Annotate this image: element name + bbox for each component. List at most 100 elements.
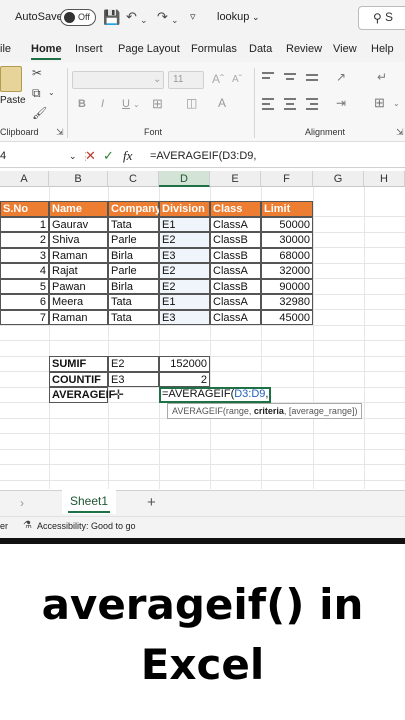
table-cell[interactable]: E1 (159, 294, 210, 310)
alignment-launcher-icon[interactable]: ⇲ (396, 127, 404, 138)
enter-icon[interactable]: ✓ (103, 148, 114, 164)
indent-icon[interactable]: ⇥ (336, 96, 346, 110)
undo-dropdown-icon[interactable]: ⌄ (140, 12, 148, 28)
table-cell[interactable]: E1 (159, 216, 210, 232)
orientation-icon[interactable]: ↗ (336, 70, 346, 84)
table-cell[interactable]: Tata (108, 309, 159, 325)
table-cell[interactable]: Pawan (49, 278, 108, 294)
font-color-icon[interactable]: A (218, 96, 226, 110)
table-header-cell[interactable]: Division (159, 201, 210, 217)
accessibility-status[interactable]: Accessibility: Good to go (37, 521, 136, 531)
table-cell[interactable]: Birla (108, 247, 159, 263)
summary-label[interactable]: AVERAGEIF (49, 387, 115, 403)
merge-center-icon[interactable]: ⊞ (374, 95, 385, 111)
table-cell[interactable]: 32000 (261, 263, 313, 279)
paste-icon[interactable] (0, 66, 22, 92)
summary-label[interactable]: COUNTIF (49, 371, 108, 387)
menu-file[interactable]: ile (0, 43, 11, 55)
menu-home[interactable]: Home (31, 43, 62, 55)
table-cell[interactable]: Raman (49, 309, 108, 325)
table-header-cell[interactable]: Name (49, 201, 108, 217)
column-header-d[interactable]: D (159, 171, 210, 187)
menu-page-layout[interactable]: Page Layout (118, 43, 180, 55)
paste-label[interactable]: Paste (0, 95, 26, 106)
table-header-cell[interactable]: Limit (261, 201, 313, 217)
wrap-text-icon[interactable]: ↵ (377, 70, 387, 84)
file-name-chevron-icon[interactable]: ⌄ (252, 12, 260, 23)
table-cell[interactable]: E3 (159, 309, 210, 325)
table-cell[interactable]: 6 (0, 294, 49, 310)
table-cell[interactable]: Parle (108, 263, 159, 279)
summary-criteria[interactable]: E3 (108, 371, 159, 387)
formula-input[interactable]: =AVERAGEIF(D3:D9, (150, 150, 256, 162)
menu-help[interactable]: Help (371, 43, 394, 55)
table-cell[interactable]: Parle (108, 232, 159, 248)
cancel-icon[interactable]: ✕ (85, 148, 96, 164)
table-header-cell[interactable]: Class (210, 201, 261, 217)
autosave-toggle[interactable]: Off (60, 9, 96, 26)
table-cell[interactable]: Birla (108, 278, 159, 294)
table-cell[interactable]: 90000 (261, 278, 313, 294)
table-cell[interactable]: 32980 (261, 294, 313, 310)
fill-color-icon[interactable]: ◫ (186, 96, 197, 110)
column-header-b[interactable]: B (49, 171, 108, 187)
editing-cell[interactable]: =AVERAGEIF(D3:D9, (159, 387, 271, 403)
table-cell[interactable]: ClassA (210, 263, 261, 279)
copy-icon[interactable]: ⧉ (32, 86, 41, 101)
table-cell[interactable]: 3 (0, 247, 49, 263)
table-cell[interactable]: 68000 (261, 247, 313, 263)
table-cell[interactable]: Gaurav (49, 216, 108, 232)
underline-dropdown-icon[interactable]: ⌄ (133, 100, 140, 109)
table-cell[interactable]: ClassA (210, 309, 261, 325)
table-cell[interactable]: ClassB (210, 232, 261, 248)
column-header-e[interactable]: E (210, 171, 261, 187)
table-cell[interactable]: Shiva (49, 232, 108, 248)
menu-insert[interactable]: Insert (75, 43, 103, 55)
table-cell[interactable]: ClassA (210, 216, 261, 232)
bold-button[interactable]: B (78, 98, 86, 110)
table-cell[interactable]: 45000 (261, 309, 313, 325)
column-header-g[interactable]: G (313, 171, 364, 187)
table-cell[interactable]: 2 (0, 232, 49, 248)
accessibility-icon[interactable]: ⚗ (23, 520, 32, 531)
menu-review[interactable]: Review (286, 43, 322, 55)
add-sheet-button[interactable]: + (147, 494, 156, 511)
table-cell[interactable]: E3 (159, 247, 210, 263)
merge-dropdown-icon[interactable]: ⌄ (393, 99, 400, 108)
save-icon[interactable]: 💾 (103, 9, 120, 25)
table-cell[interactable]: E2 (159, 232, 210, 248)
table-cell[interactable]: Tata (108, 216, 159, 232)
table-cell[interactable]: Raman (49, 247, 108, 263)
summary-value[interactable]: 2 (159, 371, 210, 387)
copy-dropdown-icon[interactable]: ⌄ (48, 88, 55, 97)
cut-icon[interactable]: ✂ (32, 66, 42, 80)
font-family-select[interactable]: ⌄ (72, 71, 164, 89)
table-cell[interactable]: 5 (0, 278, 49, 294)
table-cell[interactable]: 30000 (261, 232, 313, 248)
customize-toolbar-icon[interactable]: ▿ (190, 9, 196, 25)
menu-formulas[interactable]: Formulas (191, 43, 237, 55)
column-header-a[interactable]: A (0, 171, 49, 187)
format-painter-icon[interactable]: 🖌 (32, 106, 47, 120)
table-header-cell[interactable]: S.No (0, 201, 49, 217)
name-box-chevron-icon[interactable]: ⌄ (69, 151, 77, 162)
table-cell[interactable]: Tata (108, 294, 159, 310)
table-cell[interactable]: 7 (0, 309, 49, 325)
column-header-f[interactable]: F (261, 171, 313, 187)
scroll-right-icon[interactable]: › (20, 496, 24, 510)
table-cell[interactable]: E2 (159, 278, 210, 294)
table-cell[interactable]: ClassB (210, 247, 261, 263)
summary-value[interactable]: 152000 (159, 356, 210, 372)
search-input[interactable]: ⚲ S (358, 6, 405, 30)
column-header-h[interactable]: H (364, 171, 405, 187)
font-size-select[interactable]: 11 (168, 71, 204, 89)
menu-data[interactable]: Data (249, 43, 272, 55)
column-header-c[interactable]: C (108, 171, 159, 187)
table-cell[interactable]: 1 (0, 216, 49, 232)
borders-icon[interactable]: ⊞ (152, 96, 163, 112)
file-name[interactable]: lookup (217, 11, 249, 23)
undo-icon[interactable]: ↶ (126, 9, 137, 25)
table-cell[interactable]: Rajat (49, 263, 108, 279)
table-cell[interactable]: Meera (49, 294, 108, 310)
clipboard-launcher-icon[interactable]: ⇲ (56, 127, 64, 138)
